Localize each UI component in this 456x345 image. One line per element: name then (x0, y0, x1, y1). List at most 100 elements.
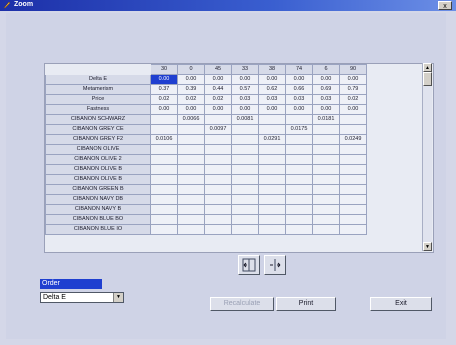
grid-cell[interactable] (285, 214, 313, 225)
grid-cell[interactable] (339, 174, 367, 185)
grid-cell[interactable] (150, 184, 178, 195)
grid-cell[interactable] (312, 164, 340, 175)
row-header[interactable]: Fastness (45, 104, 151, 115)
grid-cell[interactable] (285, 114, 313, 125)
grid-cell[interactable] (177, 214, 205, 225)
grid-cell[interactable]: 0.79 (339, 84, 367, 95)
grid-cell[interactable]: 0.00 (177, 74, 205, 85)
grid-cell[interactable] (150, 124, 178, 135)
grid-cell[interactable] (312, 224, 340, 235)
grid-cell[interactable]: 0.0249 (339, 134, 367, 145)
grid-cell[interactable] (204, 164, 232, 175)
nav-left-button[interactable] (238, 255, 260, 275)
grid-cell[interactable]: 0.03 (312, 94, 340, 105)
grid-cell[interactable] (150, 164, 178, 175)
grid-cell[interactable] (177, 144, 205, 155)
grid-cell[interactable] (285, 184, 313, 195)
grid-cell[interactable] (339, 114, 367, 125)
grid-cell[interactable] (231, 164, 259, 175)
grid-cell[interactable]: 0.57 (231, 84, 259, 95)
grid-cell[interactable] (231, 194, 259, 205)
grid-cell[interactable] (339, 184, 367, 195)
grid-cell[interactable]: 0.00 (150, 104, 178, 115)
column-header[interactable]: 74 (285, 64, 313, 75)
grid-cell[interactable] (231, 144, 259, 155)
grid-cell[interactable]: 0.02 (339, 94, 367, 105)
row-header[interactable]: CIBANON NAVY B (45, 204, 151, 215)
recalculate-button[interactable]: Recalculate (210, 297, 274, 311)
grid-cell[interactable] (231, 184, 259, 195)
grid-cell[interactable] (258, 204, 286, 215)
scroll-down-icon[interactable]: ▼ (423, 242, 432, 251)
grid-cell[interactable] (285, 194, 313, 205)
grid-cell[interactable] (204, 194, 232, 205)
grid-cell[interactable] (312, 154, 340, 165)
column-header[interactable]: 38 (258, 64, 286, 75)
grid-cell[interactable] (312, 144, 340, 155)
row-header[interactable]: CIBANON OLIVE (45, 144, 151, 155)
grid-cell[interactable] (312, 204, 340, 215)
grid-cell[interactable] (231, 124, 259, 135)
column-header[interactable]: 45 (204, 64, 232, 75)
column-header[interactable]: 30 (150, 64, 178, 75)
row-header[interactable]: Metamerism (45, 84, 151, 95)
grid-cell[interactable]: 0.00 (204, 74, 232, 85)
grid-cell[interactable] (285, 224, 313, 235)
grid-cell[interactable] (339, 194, 367, 205)
grid-cell[interactable] (204, 134, 232, 145)
grid-cell[interactable] (150, 174, 178, 185)
grid-cell[interactable] (177, 134, 205, 145)
column-header[interactable]: 33 (231, 64, 259, 75)
grid-cell[interactable]: 0.02 (177, 94, 205, 105)
grid-cell[interactable] (258, 224, 286, 235)
grid-cell[interactable] (231, 174, 259, 185)
row-header[interactable]: CIBANON OLIVE B (45, 164, 151, 175)
grid-cell[interactable] (258, 214, 286, 225)
grid-cell[interactable] (150, 204, 178, 215)
row-header[interactable]: CIBANON BLUE IO (45, 224, 151, 235)
column-header[interactable]: 90 (339, 64, 367, 75)
grid-cell[interactable] (231, 204, 259, 215)
grid-cell[interactable] (312, 124, 340, 135)
grid-cell[interactable] (177, 154, 205, 165)
grid-cell[interactable] (204, 224, 232, 235)
grid-cell[interactable]: 0.00 (231, 74, 259, 85)
grid-cell[interactable]: 0.0181 (312, 114, 340, 125)
row-header[interactable]: Price (45, 94, 151, 105)
grid-cell[interactable] (204, 184, 232, 195)
chevron-down-icon[interactable]: ▼ (113, 293, 123, 302)
close-button[interactable]: x (438, 1, 452, 10)
grid-cell[interactable] (258, 194, 286, 205)
grid-cell[interactable] (177, 174, 205, 185)
grid-cell[interactable] (231, 134, 259, 145)
scroll-thumb[interactable] (423, 72, 432, 86)
grid-cell[interactable] (339, 124, 367, 135)
row-header[interactable]: CIBANON GREEN B (45, 184, 151, 195)
grid-cell[interactable]: 0.0066 (177, 114, 205, 125)
grid-cell[interactable] (177, 124, 205, 135)
grid-cell[interactable] (204, 204, 232, 215)
row-header[interactable]: CIBANON SCHWARZ (45, 114, 151, 125)
grid-cell[interactable] (285, 164, 313, 175)
grid-cell[interactable]: 0.03 (285, 94, 313, 105)
grid-cell[interactable]: 0.02 (150, 94, 178, 105)
grid-cell[interactable] (150, 224, 178, 235)
grid-cell[interactable]: 0.00 (312, 74, 340, 85)
grid-cell[interactable] (204, 114, 232, 125)
grid-cell[interactable] (258, 144, 286, 155)
row-header[interactable]: CIBANON BLUE BO (45, 214, 151, 225)
grid-cell[interactable]: 0.00 (258, 74, 286, 85)
grid-cell[interactable] (339, 214, 367, 225)
exit-button[interactable]: Exit (370, 297, 432, 311)
row-header[interactable]: CIBANON NAVY DB (45, 194, 151, 205)
row-header[interactable]: CIBANON OLIVE 2 (45, 154, 151, 165)
grid-cell[interactable] (204, 174, 232, 185)
grid-cell[interactable] (177, 164, 205, 175)
grid-cell[interactable] (150, 154, 178, 165)
print-button[interactable]: Print (276, 297, 336, 311)
grid-cell[interactable]: 0.0106 (150, 134, 178, 145)
row-header[interactable]: CIBANON GREY CE (45, 124, 151, 135)
grid-cell[interactable]: 0.44 (204, 84, 232, 95)
vertical-scrollbar[interactable]: ▲ ▼ (422, 63, 432, 251)
grid-cell[interactable] (312, 134, 340, 145)
